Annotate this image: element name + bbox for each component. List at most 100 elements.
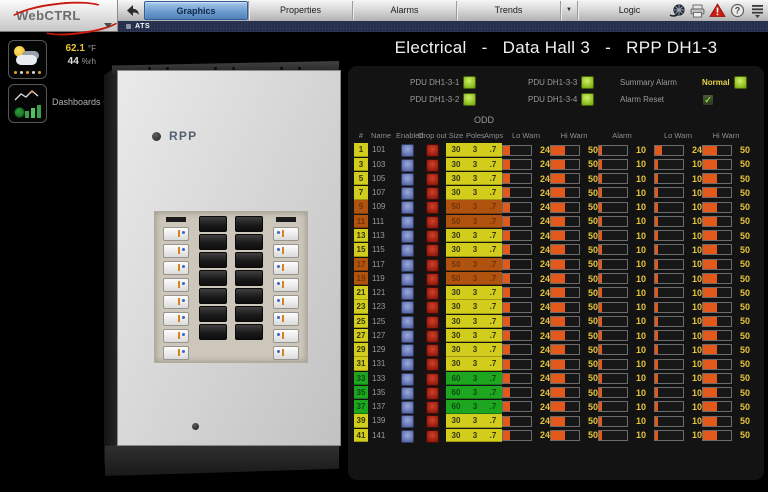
drop-out-button[interactable] xyxy=(425,201,439,215)
lo-warn-2-slider[interactable] xyxy=(654,187,684,199)
tab-trends[interactable]: Trends xyxy=(456,1,560,20)
lo-warn-slider[interactable] xyxy=(502,429,532,441)
enabled-button[interactable] xyxy=(400,415,414,429)
hi-warn-2-slider[interactable] xyxy=(702,215,732,227)
enabled-button[interactable] xyxy=(400,215,414,229)
hi-warn-slider[interactable] xyxy=(550,158,580,170)
hi-warn-slider[interactable] xyxy=(550,187,580,199)
lo-warn-slider[interactable] xyxy=(502,344,532,356)
hi-warn-slider[interactable] xyxy=(550,244,580,256)
tab-properties[interactable]: Properties xyxy=(248,1,352,20)
hi-warn-2-slider[interactable] xyxy=(702,158,732,170)
hi-warn-2-slider[interactable] xyxy=(702,230,732,242)
breadcrumb-label[interactable]: ATS xyxy=(135,23,150,30)
hi-warn-slider[interactable] xyxy=(550,387,580,399)
drop-out-button[interactable] xyxy=(425,301,439,315)
lo-warn-slider[interactable] xyxy=(502,315,532,327)
lo-warn-2-slider[interactable] xyxy=(654,344,684,356)
hi-warn-2-slider[interactable] xyxy=(702,344,732,356)
hi-warn-2-slider[interactable] xyxy=(702,273,732,285)
hi-warn-2-slider[interactable] xyxy=(702,358,732,370)
lo-warn-slider[interactable] xyxy=(502,187,532,199)
pdu-3-indicator-button[interactable] xyxy=(581,76,595,89)
hi-warn-2-slider[interactable] xyxy=(702,415,732,427)
alarm-slider[interactable] xyxy=(598,315,628,327)
pdu-1-indicator-button[interactable] xyxy=(463,76,477,89)
lo-warn-slider[interactable] xyxy=(502,301,532,313)
drop-out-button[interactable] xyxy=(425,258,439,272)
lo-warn-2-slider[interactable] xyxy=(654,273,684,285)
drop-out-button[interactable] xyxy=(425,144,439,158)
lo-warn-slider[interactable] xyxy=(502,287,532,299)
enabled-button[interactable] xyxy=(400,386,414,400)
enabled-button[interactable] xyxy=(400,244,414,258)
alarm-slider[interactable] xyxy=(598,215,628,227)
alarm-slider[interactable] xyxy=(598,201,628,213)
lo-warn-2-slider[interactable] xyxy=(654,415,684,427)
lo-warn-2-slider[interactable] xyxy=(654,287,684,299)
webctrl-logo[interactable]: WebCTRL xyxy=(0,0,118,32)
alarm-slider[interactable] xyxy=(598,287,628,299)
hi-warn-slider[interactable] xyxy=(550,344,580,356)
lo-warn-slider[interactable] xyxy=(502,358,532,370)
lo-warn-2-slider[interactable] xyxy=(654,158,684,170)
hi-warn-2-slider[interactable] xyxy=(702,429,732,441)
enabled-button[interactable] xyxy=(400,158,414,172)
lo-warn-2-slider[interactable] xyxy=(654,358,684,370)
lo-warn-slider[interactable] xyxy=(502,230,532,242)
enabled-button[interactable] xyxy=(400,201,414,215)
enabled-button[interactable] xyxy=(400,172,414,186)
hi-warn-2-slider[interactable] xyxy=(702,330,732,342)
hi-warn-2-slider[interactable] xyxy=(702,287,732,299)
enabled-button[interactable] xyxy=(400,329,414,343)
lo-warn-2-slider[interactable] xyxy=(654,330,684,342)
alarm-slider[interactable] xyxy=(598,158,628,170)
navigation-wheel-icon[interactable] xyxy=(668,2,686,20)
lo-warn-slider[interactable] xyxy=(502,372,532,384)
lo-warn-2-slider[interactable] xyxy=(654,401,684,413)
hi-warn-slider[interactable] xyxy=(550,358,580,370)
enabled-button[interactable] xyxy=(400,401,414,415)
alarm-slider[interactable] xyxy=(598,273,628,285)
lo-warn-slider[interactable] xyxy=(502,144,532,156)
enabled-button[interactable] xyxy=(400,372,414,386)
drop-out-button[interactable] xyxy=(425,401,439,415)
hi-warn-slider[interactable] xyxy=(550,372,580,384)
lo-warn-slider[interactable] xyxy=(502,215,532,227)
drop-out-button[interactable] xyxy=(425,329,439,343)
hi-warn-2-slider[interactable] xyxy=(702,173,732,185)
hi-warn-slider[interactable] xyxy=(550,258,580,270)
alarm-slider[interactable] xyxy=(598,429,628,441)
alarm-reset-checkbox[interactable]: ✓ xyxy=(702,93,714,106)
print-icon[interactable] xyxy=(688,2,706,20)
lo-warn-2-slider[interactable] xyxy=(654,301,684,313)
logo-dropdown-caret[interactable] xyxy=(104,23,112,28)
hi-warn-2-slider[interactable] xyxy=(702,187,732,199)
lo-warn-slider[interactable] xyxy=(502,158,532,170)
hi-warn-slider[interactable] xyxy=(550,301,580,313)
enabled-button[interactable] xyxy=(400,187,414,201)
drop-out-button[interactable] xyxy=(425,415,439,429)
help-icon[interactable]: ? xyxy=(728,2,746,20)
hi-warn-slider[interactable] xyxy=(550,201,580,213)
enabled-button[interactable] xyxy=(400,287,414,301)
lo-warn-2-slider[interactable] xyxy=(654,215,684,227)
drop-out-button[interactable] xyxy=(425,244,439,258)
hi-warn-slider[interactable] xyxy=(550,215,580,227)
alarm-slider[interactable] xyxy=(598,187,628,199)
enabled-button[interactable] xyxy=(400,258,414,272)
lo-warn-slider[interactable] xyxy=(502,415,532,427)
enabled-button[interactable] xyxy=(400,272,414,286)
enabled-button[interactable] xyxy=(400,229,414,243)
hi-warn-2-slider[interactable] xyxy=(702,244,732,256)
alarm-slider[interactable] xyxy=(598,372,628,384)
alarm-slider[interactable] xyxy=(598,144,628,156)
enabled-button[interactable] xyxy=(400,429,414,443)
alarm-slider[interactable] xyxy=(598,301,628,313)
tab-graphics[interactable]: Graphics xyxy=(144,1,248,20)
lo-warn-2-slider[interactable] xyxy=(654,201,684,213)
hi-warn-2-slider[interactable] xyxy=(702,372,732,384)
hi-warn-2-slider[interactable] xyxy=(702,315,732,327)
hi-warn-slider[interactable] xyxy=(550,230,580,242)
alarm-slider[interactable] xyxy=(598,173,628,185)
